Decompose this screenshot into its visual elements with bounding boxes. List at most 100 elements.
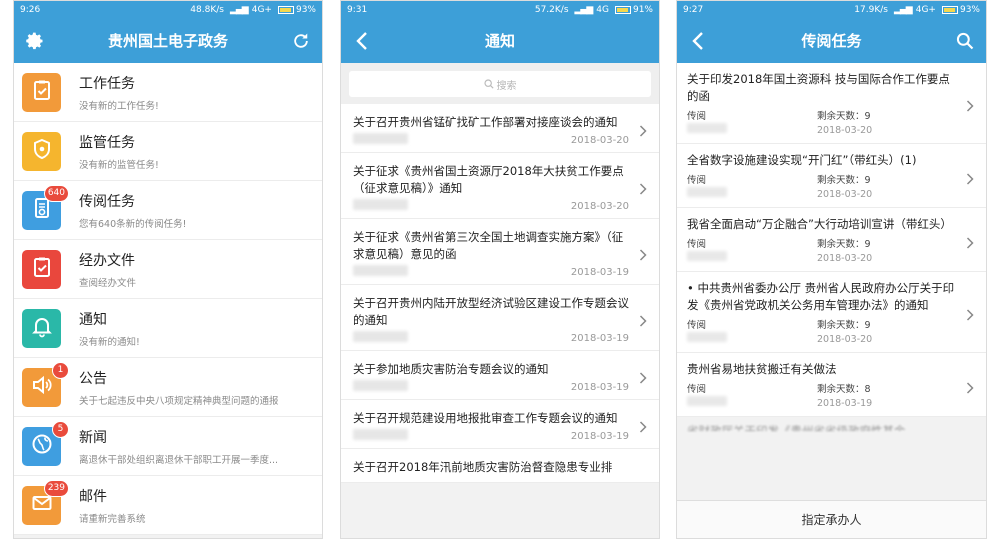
notice-title: 关于征求《贵州省国土资源厅2018年大扶贫工作要点（征求意见稿）》通知 — [353, 164, 624, 195]
task-item[interactable]: 我省全面启动“万企融合”大行动培训宣讲（带红头） 传阅 剩余天数：9 2018-03-… — [677, 208, 986, 272]
task-remaining-days: 剩余天数：9 — [817, 320, 871, 331]
task-meta: 传阅 剩余天数：9 — [687, 108, 956, 122]
module-item[interactable]: 640 传阅任务 您有640条新的传阅任务! — [14, 181, 322, 240]
notice-title: 关于召开贵州省锰矿找矿工作部署对接座谈会的通知 — [353, 115, 618, 129]
search-bar: 搜索 — [341, 63, 659, 104]
battery-icon: 93% — [277, 5, 316, 15]
gear-icon[interactable] — [22, 28, 48, 54]
shield-tile — [22, 131, 61, 171]
bell-icon — [30, 314, 54, 342]
notice-item[interactable]: 关于召开规范建设用地报批审查工作专题会议的通知 2018-03-19 — [341, 400, 659, 449]
module-subtitle: 请重新完善系统 — [79, 513, 146, 525]
redacted-sender — [687, 187, 727, 197]
module-text: 监管任务没有新的监管任务! — [79, 132, 159, 171]
status-signal-type: 4G — [596, 4, 609, 15]
globe-tile: 5 — [22, 420, 69, 466]
module-item[interactable]: 经办文件 查阅经办文件 — [14, 240, 322, 299]
task-type: 传阅 — [687, 239, 707, 250]
speaker-tile: 1 — [22, 361, 69, 407]
module-subtitle: 离退休干部处组织离退休干部职工开展一季度... — [79, 454, 279, 466]
chevron-right-icon — [639, 246, 647, 265]
signal-icon: ▂▄▆ — [574, 4, 594, 15]
status-time: 9:27 — [683, 4, 704, 15]
redacted-sender — [353, 380, 408, 391]
module-subtitle: 查阅经办文件 — [79, 277, 137, 289]
module-text: 工作任务 没有新的工作任务! — [79, 73, 159, 112]
app-bar: 传阅任务 — [677, 18, 986, 63]
search-icon[interactable] — [952, 28, 978, 54]
notice-item[interactable]: 关于征求《贵州省第三次全国土地调查实施方案》（征求意见稿）意见的函 2018-03… — [341, 219, 659, 285]
battery-icon: 93% — [941, 5, 980, 15]
task-item[interactable]: • 中共贵州省委办公厅 贵州省人民政府办公厅关于印发《贵州省党政机关公务用车管理… — [677, 272, 986, 353]
app-bar: 贵州国土电子政务 — [14, 18, 322, 63]
globe-icon — [30, 432, 54, 460]
speaker-icon — [30, 373, 54, 401]
phone-circulation-screen: 9:27 17.9K/s ▂▄▆ 4G+ 93% 传阅任务 关于印发2018年国… — [676, 0, 987, 539]
module-item[interactable]: 监管任务没有新的监管任务! — [14, 122, 322, 181]
task-item[interactable]: 关于印发2018年国土资源科 技与国际合作工作要点的函 传阅 剩余天数：9 2018-… — [677, 63, 986, 144]
redacted-sender — [353, 199, 408, 210]
notice-item[interactable]: 关于召开贵州内陆开放型经济试验区建设工作专题会议的通知 2018-03-19 — [341, 285, 659, 351]
module-item[interactable]: 1 公告 关于七起违反中央八项规定精神典型问题的通报 — [14, 358, 322, 417]
count-badge: 5 — [52, 420, 69, 438]
circulate-document-tile: 640 — [22, 184, 69, 230]
module-subtitle: 没有新的通知! — [79, 336, 140, 348]
module-title: 监管任务 — [79, 134, 135, 151]
notice-title: 关于召开规范建设用地报批审查工作专题会议的通知 — [353, 411, 618, 425]
assign-handler-button[interactable]: 指定承办人 — [677, 500, 986, 538]
back-arrow-icon[interactable] — [685, 28, 711, 54]
module-item[interactable]: 5 新闻 离退休干部处组织离退休干部职工开展一季度... — [14, 417, 322, 476]
phone-home-screen: 9:26 48.8K/s ▂▄▆ 4G+ 93% 贵州国土电子政务 工作任务 没有… — [13, 0, 323, 539]
notice-title: 关于参加地质灾害防治专题会议的通知 — [353, 362, 549, 376]
task-title: 贵州省易地扶贫搬迁有关做法 — [687, 362, 837, 376]
task-item[interactable]: 全省数字设施建设实现“开门红”（带红头）(1) 传阅 剩余天数：9 2018-03-2… — [677, 144, 986, 208]
task-type: 传阅 — [687, 175, 707, 186]
module-title: 传阅任务 — [79, 193, 135, 210]
module-item[interactable]: 通知 没有新的通知! — [14, 299, 322, 358]
phone-notice-screen: 9:31 57.2K/s ▂▄▆ 4G 91% 通知 搜索 关于召开贵州省锰矿找… — [340, 0, 660, 539]
redacted-sender — [687, 123, 727, 133]
status-bar: 9:31 57.2K/s ▂▄▆ 4G 91% — [341, 1, 659, 18]
notice-item[interactable]: 关于征求《贵州省国土资源厅2018年大扶贫工作要点（征求意见稿）》通知 2018-… — [341, 153, 659, 219]
clipboard-check-icon — [30, 78, 54, 106]
module-title: 工作任务 — [79, 75, 135, 92]
status-network-speed: 48.8K/s — [190, 4, 224, 15]
task-date: 2018-03-20 — [817, 189, 873, 200]
chevron-right-icon — [966, 234, 974, 253]
file-check-icon — [30, 255, 54, 283]
module-text: 邮件 请重新完善系统 — [79, 486, 146, 525]
search-input[interactable]: 搜索 — [349, 71, 651, 97]
notice-item[interactable]: 关于参加地质灾害防治专题会议的通知 2018-03-19 — [341, 351, 659, 400]
notice-item[interactable]: 关于召开贵州省锰矿找矿工作部署对接座谈会的通知 2018-03-20 — [341, 104, 659, 153]
task-type: 传阅 — [687, 111, 707, 122]
module-item[interactable]: 239 邮件 请重新完善系统 — [14, 476, 322, 535]
task-remaining-days: 剩余天数：9 — [817, 175, 871, 186]
task-title: • 中共贵州省委办公厅 贵州省人民政府办公厅关于印发《贵州省党政机关公务用车管理… — [687, 281, 955, 312]
battery-icon: 91% — [614, 5, 653, 15]
redacted-sender — [687, 251, 727, 261]
module-item[interactable]: 工作任务 没有新的工作任务! — [14, 63, 322, 122]
notice-title: 关于召开贵州内陆开放型经济试验区建设工作专题会议的通知 — [353, 296, 629, 327]
module-subtitle: 没有新的监管任务! — [79, 159, 159, 171]
task-meta: 传阅 剩余天数：9 — [687, 172, 956, 186]
mail-tile: 239 — [22, 479, 69, 525]
partial-list-item: 省财政厅关于印发《贵州省省级政府性基金... — [687, 424, 917, 431]
refresh-icon[interactable] — [288, 28, 314, 54]
notice-list: 关于召开贵州省锰矿找矿工作部署对接座谈会的通知 2018-03-20 关于征求《贵州… — [341, 104, 659, 483]
signal-icon: ▂▄▆ — [229, 4, 249, 15]
task-type: 传阅 — [687, 320, 707, 331]
status-network-speed: 57.2K/s — [534, 4, 569, 15]
task-remaining-days: 剩余天数：8 — [817, 384, 871, 395]
page-title: 通知 — [484, 32, 515, 50]
task-date: 2018-03-20 — [817, 253, 873, 264]
chevron-right-icon — [639, 369, 647, 388]
task-remaining-days: 剩余天数：9 — [817, 239, 871, 250]
task-list: 关于印发2018年国土资源科 技与国际合作工作要点的函 传阅 剩余天数：9 2018-… — [677, 63, 986, 417]
chevron-right-icon — [966, 170, 974, 189]
bell-tile — [22, 308, 61, 348]
task-item[interactable]: 贵州省易地扶贫搬迁有关做法 传阅 剩余天数：8 2018-03-19 — [677, 353, 986, 417]
back-arrow-icon[interactable] — [349, 28, 375, 54]
count-badge: 239 — [43, 479, 69, 497]
status-bar: 9:26 48.8K/s ▂▄▆ 4G+ 93% — [14, 1, 322, 18]
notice-item[interactable]: 关于召开2018年汛前地质灾害防治督查隐患专业排 — [341, 449, 659, 483]
